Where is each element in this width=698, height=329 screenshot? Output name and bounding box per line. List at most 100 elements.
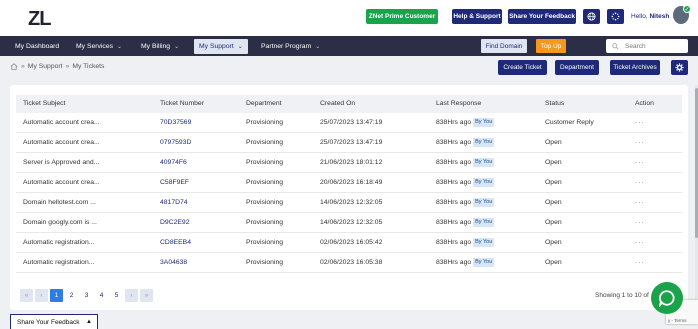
nav-my-billing[interactable]: My Billing ⌄	[141, 36, 179, 56]
live-chat-button[interactable]	[651, 282, 683, 314]
table-row[interactable]: Domain googly.com is ... D9C2E92 Provision…	[16, 213, 682, 233]
row-action-menu[interactable]: ···	[635, 173, 645, 193]
logo[interactable]: ZL	[28, 8, 51, 31]
cell-created-on-text: 14/06/2023 12:32:05	[320, 219, 383, 226]
cell-status-text: Open	[545, 159, 562, 166]
cell-ticket-number-text[interactable]: D9C2E92	[160, 219, 189, 226]
row-action-menu-text[interactable]: ···	[635, 219, 645, 226]
next-page-button[interactable]: ›	[125, 289, 138, 302]
share-feedback-button[interactable]: Share Your Feedback	[508, 9, 576, 24]
row-action-menu-text[interactable]: ···	[635, 199, 645, 206]
row-action-menu-text[interactable]: ···	[635, 179, 645, 186]
page-button-3[interactable]: 3	[80, 289, 93, 302]
cell-status-text: Open	[545, 259, 562, 266]
search-input[interactable]	[625, 42, 685, 50]
table-row[interactable]: Automatic account crea... C58F9EF Provisio…	[16, 173, 682, 193]
page-button-5[interactable]: 5	[110, 289, 123, 302]
row-action-menu[interactable]: ···	[635, 253, 645, 273]
row-action-menu-text[interactable]: ···	[635, 239, 645, 246]
row-action-menu-text[interactable]: ···	[635, 119, 645, 126]
loading-button[interactable]	[607, 9, 624, 24]
nav-my-services[interactable]: My Services ⌄	[76, 36, 122, 56]
nav-my-support[interactable]: My Support ⌄	[194, 39, 248, 54]
find-domain-button[interactable]: Find Domain	[481, 39, 527, 53]
col-ticket-subject[interactable]: Ticket Subject	[23, 95, 65, 113]
recaptcha-terms[interactable]: y - Terms	[668, 318, 686, 323]
col-department[interactable]: Department	[246, 95, 282, 113]
row-action-menu-text[interactable]: ···	[635, 139, 645, 146]
cell-status-text: Open	[545, 139, 562, 146]
table-row[interactable]: Server is Approved and... 40974F6 Provisio…	[16, 153, 682, 173]
cell-created-on: 02/06/2023 16:05:42	[320, 233, 382, 253]
cell-ticket-number[interactable]: CD8EEB4	[160, 233, 191, 253]
nav-my-dashboard[interactable]: My Dashboard	[15, 36, 59, 56]
create-ticket-button[interactable]: Create Ticket	[498, 60, 547, 75]
cell-last-response: 838Hrs ago By You	[436, 213, 495, 233]
cell-ticket-number[interactable]: 70D37569	[160, 113, 191, 133]
row-action-menu[interactable]: ···	[635, 193, 645, 213]
row-action-menu[interactable]: ···	[635, 213, 645, 233]
cell-ticket-number-text[interactable]: 3A04638	[160, 259, 187, 266]
cell-last-response: 838Hrs ago By You	[436, 133, 495, 153]
ticket-archives-button[interactable]: Ticket Archives	[610, 60, 660, 75]
col-ticket-number[interactable]: Ticket Number	[160, 95, 204, 113]
home-icon[interactable]	[10, 63, 18, 70]
prime-customer-button[interactable]: ZNet Prime Customer	[366, 9, 438, 24]
cell-last-response: 838Hrs ago By You	[436, 173, 495, 193]
row-action-menu-text[interactable]: ···	[635, 159, 645, 166]
prev-page-button[interactable]: ‹	[35, 289, 48, 302]
cell-status: Customer Reply	[545, 113, 594, 133]
table-row[interactable]: Automatic registration... CD8EEB4 Provisio…	[16, 233, 682, 253]
cell-ticket-number[interactable]: C58F9EF	[160, 173, 189, 193]
row-action-menu[interactable]: ···	[635, 133, 645, 153]
cell-last-response-text: 838Hrs ago	[436, 159, 472, 166]
col-created-on[interactable]: Created On	[320, 95, 355, 113]
by-you-badge: By You	[473, 137, 495, 147]
row-action-menu-text[interactable]: ···	[635, 259, 645, 266]
nav-partner-program[interactable]: Partner Program ⌄	[261, 36, 320, 56]
table-row[interactable]: Automatic account crea... 70D37569 Provisi…	[16, 113, 682, 133]
cell-ticket-number-text[interactable]: 40974F6	[160, 159, 187, 166]
by-you-badge: By You	[473, 237, 495, 247]
cell-ticket-number[interactable]: 3A04638	[160, 253, 187, 273]
cell-ticket-number-text[interactable]: 70D37569	[160, 119, 191, 126]
help-support-button[interactable]: Help & Support	[452, 9, 502, 24]
last-page-button[interactable]: »	[140, 289, 153, 302]
row-action-menu[interactable]: ···	[635, 233, 645, 253]
page-button-2[interactable]: 2	[65, 289, 78, 302]
cell-ticket-number[interactable]: 40974F6	[160, 153, 187, 173]
col-last-response[interactable]: Last Response	[436, 95, 481, 113]
row-action-menu[interactable]: ···	[635, 153, 645, 173]
share-feedback-tab[interactable]: Share Your Feedback ▲	[10, 314, 98, 329]
search-box[interactable]	[606, 39, 688, 53]
cell-ticket-number-text[interactable]: 0797593D	[160, 139, 191, 146]
cell-ticket-number-text[interactable]: C58F9EF	[160, 179, 189, 186]
cell-department-text: Provisioning	[246, 139, 284, 146]
table-row[interactable]: Domain hellotest.com ... 4817D74 Provision…	[16, 193, 682, 213]
row-action-menu[interactable]: ···	[635, 113, 645, 133]
cell-ticket-number[interactable]: D9C2E92	[160, 213, 189, 233]
page-button-1[interactable]: 1	[50, 289, 63, 302]
globe-button[interactable]	[583, 9, 600, 24]
cell-status: Open	[545, 213, 562, 233]
cell-created-on-text: 02/06/2023 16:05:38	[320, 259, 383, 266]
cell-department: Provisioning	[246, 193, 283, 213]
pagination-summary: Showing 1 to 10 of	[595, 292, 649, 299]
breadcrumb-my-support[interactable]: My Support	[28, 63, 63, 70]
cell-ticket-number-text[interactable]: 4817D74	[160, 199, 188, 206]
table-row[interactable]: Automatic registration... 3A04638 Provisio…	[16, 253, 682, 273]
col-status[interactable]: Status	[545, 95, 564, 113]
cell-ticket-number[interactable]: 4817D74	[160, 193, 188, 213]
cell-subject-text: Automatic registration...	[23, 259, 95, 266]
settings-button[interactable]	[671, 60, 688, 75]
cell-ticket-number[interactable]: 0797593D	[160, 133, 191, 153]
table-row[interactable]: Automatic account crea... 0797593D Provisi…	[16, 133, 682, 153]
first-page-button[interactable]: «	[20, 289, 33, 302]
cell-department: Provisioning	[246, 213, 283, 233]
user-greeting[interactable]: Hello, Nitesh	[631, 13, 669, 20]
department-button[interactable]: Department	[555, 60, 599, 75]
page-button-4[interactable]: 4	[95, 289, 108, 302]
cell-ticket-number-text[interactable]: CD8EEB4	[160, 239, 191, 246]
gear-icon	[675, 63, 684, 72]
top-up-button[interactable]: Top Up	[536, 39, 566, 53]
